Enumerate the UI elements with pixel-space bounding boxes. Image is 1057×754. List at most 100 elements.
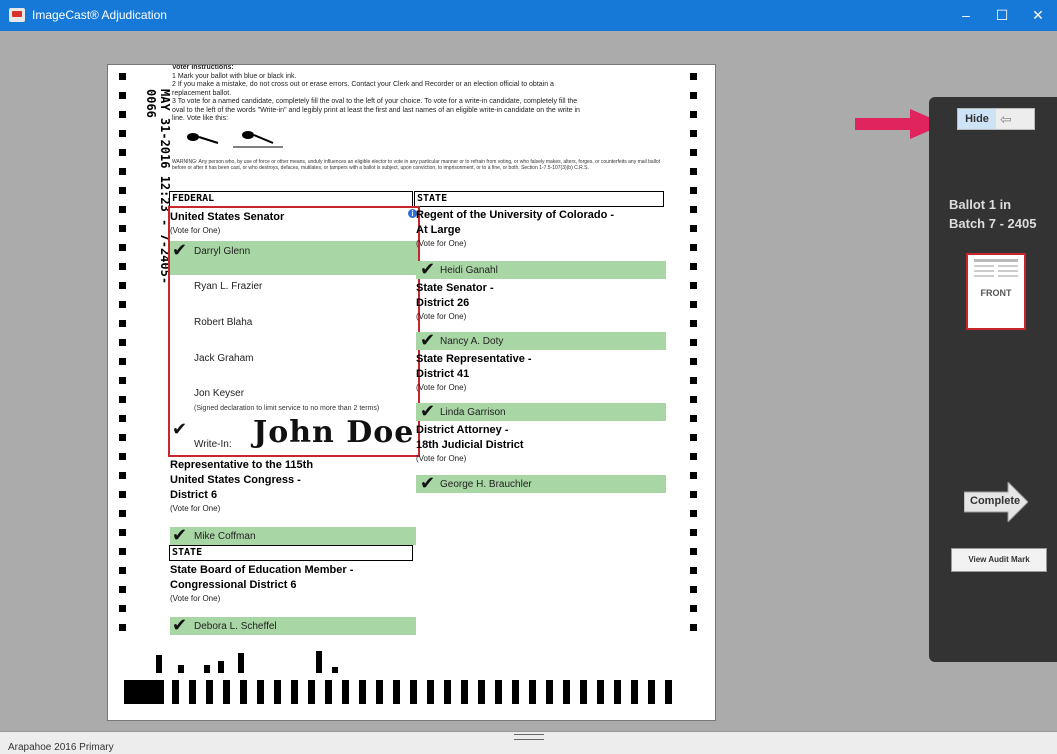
federal-header: FEDERAL [169,191,413,207]
timing-mark [119,73,126,80]
timing-mark [690,358,697,365]
state-senator-title-1: State Senator - [416,282,494,294]
timing-mark [119,453,126,460]
timing-mark [119,586,126,593]
timing-mark [690,92,697,99]
ballot-workspace: MAY 31-2016 12:23 - 7-2405-0066 Voter In… [0,31,1057,731]
barcode-mark [156,655,162,673]
timing-mark [119,149,126,156]
candidate-nancy-doty[interactable]: Nancy A. Doty [440,336,503,347]
timing-mark [690,111,697,118]
state-rep-title-2: District 41 [416,368,470,380]
instructions-title: Voter Instructions: [172,64,234,71]
barcode-bar [172,680,179,704]
candidate-linda-garrison[interactable]: Linda Garrison [440,407,506,418]
instruction-line: line. Vote like this: [172,115,229,122]
barcode-bar [546,680,553,704]
rep-vote-for: (Vote for One) [170,504,221,513]
election-name: Arapahoe 2016 Primary [8,742,114,753]
candidate-george-brauchler[interactable]: George H. Brauchler [440,479,532,490]
timing-mark [690,130,697,137]
timing-mark [119,263,126,270]
regent-title-1: Regent of the University of Colorado - [416,209,615,221]
timing-mark [690,396,697,403]
warning-text: WARNING: Any person who, by use of force… [172,159,661,171]
timing-mark [119,605,126,612]
barcode-bar [529,680,536,704]
barcode-bar [359,680,366,704]
barcode-bar [495,680,502,704]
barcode-mark [218,661,224,673]
timing-mark [690,510,697,517]
status-bar: Arapahoe 2016 Primary [0,731,1057,754]
maximize-button[interactable]: ☐ [984,0,1020,31]
thumbnail-preview-icon [974,259,1018,277]
education-title-1: State Board of Education Member - [170,564,354,576]
timing-mark [119,168,126,175]
barcode-mark [204,665,210,673]
candidate-debora-scheffel[interactable]: Debora L. Scheffel [194,621,277,632]
timing-mark [690,225,697,232]
timing-mark [119,187,126,194]
barcode-bar [393,680,400,704]
adjudication-side-panel: Hide ⇦ Ballot 1 in Batch 7 - 2405 FRONT [929,97,1057,662]
timing-mark [690,586,697,593]
close-button[interactable]: ✕ [1020,0,1056,31]
complete-label: Complete [970,495,1021,507]
ballot-image: MAY 31-2016 12:23 - 7-2405-0066 Voter In… [107,64,716,721]
state-rep-vote-for: (Vote for One) [416,383,467,392]
timing-mark [119,244,126,251]
checkmark-icon: ✔ [420,401,436,421]
timing-mark [690,320,697,327]
timing-mark [690,301,697,308]
barcode-bar [240,680,247,704]
instruction-line: 1 Mark your ballot with blue or black in… [172,72,297,80]
timing-mark [690,263,697,270]
complete-button[interactable]: Complete [964,482,1028,522]
barcode-bar [597,680,604,704]
barcode-bar [189,680,196,704]
view-audit-mark-button[interactable]: View Audit Mark [951,548,1047,572]
timing-mark [690,244,697,251]
hide-label: Hide [958,109,996,129]
ballot-thumbnail-front[interactable]: FRONT [966,253,1026,330]
rep-title-2: United States Congress - [170,474,301,486]
da-title-2: 18th Judicial District [416,439,524,451]
state-rep-title-1: State Representative - [416,353,532,365]
timing-mark [119,567,126,574]
thumbnail-front-label: FRONT [980,288,1012,298]
barcode-bar [631,680,638,704]
candidate-mike-coffman[interactable]: Mike Coffman [194,531,256,542]
splitter-handle[interactable] [514,734,544,740]
timing-mark [119,548,126,555]
timing-mark [690,168,697,175]
instruction-line: 3 To vote for a named candidate, complet… [172,98,578,105]
timing-mark [119,377,126,384]
timing-mark [690,282,697,289]
barcode-bar [444,680,451,704]
timing-mark [119,510,126,517]
timing-mark [690,149,697,156]
candidate-heidi-ganahl[interactable]: Heidi Ganahl [440,265,498,276]
selected-contest-frame[interactable] [168,206,420,457]
minimize-button[interactable]: – [948,0,984,31]
hide-panel-button[interactable]: Hide ⇦ [957,108,1035,130]
state-header-right: STATE [414,191,664,207]
barcode-bar [223,680,230,704]
rep-title-3: District 6 [170,489,218,501]
timing-mark [690,434,697,441]
vote-example-icon [187,131,283,148]
rep-title-1: Representative to the 115th [170,459,314,471]
checkmark-icon: ✔ [172,615,188,635]
barcode-block [124,680,164,704]
timing-mark [690,453,697,460]
timing-mark [690,206,697,213]
timing-mark [119,92,126,99]
timing-mark [119,434,126,441]
state-senator-title-2: District 26 [416,297,470,309]
timing-mark [690,548,697,555]
checkmark-icon: ✔ [172,525,188,545]
timing-mark [690,377,697,384]
timing-mark [119,320,126,327]
instruction-line: oval to the left of the words "Write-in"… [172,106,580,114]
